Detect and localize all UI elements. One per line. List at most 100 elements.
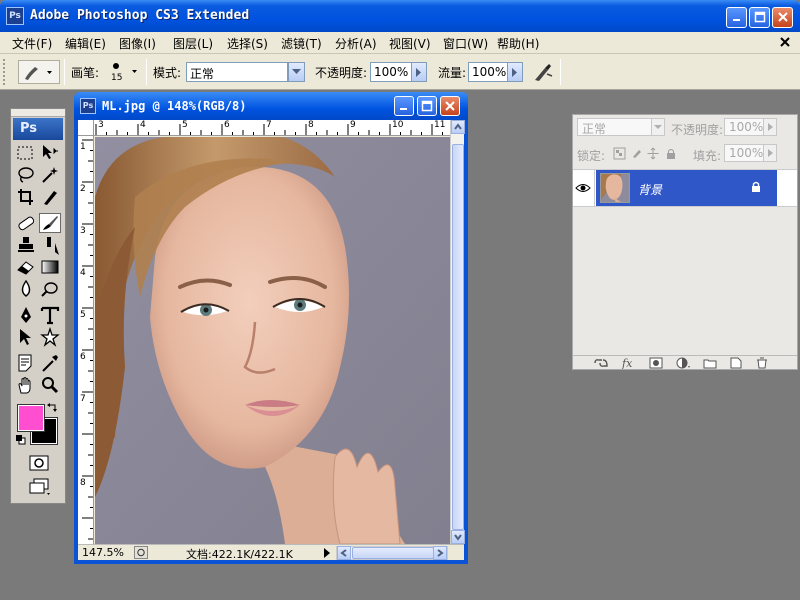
swap-colors-icon[interactable] bbox=[47, 402, 59, 414]
opacity-input[interactable]: 100% bbox=[370, 62, 412, 82]
foreground-color-swatch[interactable] bbox=[17, 404, 45, 432]
maximize-button[interactable] bbox=[749, 7, 770, 28]
scroll-right-button[interactable] bbox=[433, 546, 447, 560]
tool-preset-picker[interactable] bbox=[18, 60, 60, 84]
adjustment-layer-icon[interactable] bbox=[675, 357, 691, 369]
menu-analysis[interactable]: 分析(A) bbox=[335, 35, 377, 52]
blend-mode-select[interactable]: 正常 bbox=[577, 118, 653, 136]
custom-shape-tool[interactable] bbox=[39, 327, 61, 347]
toolbox-drag-handle[interactable] bbox=[11, 109, 65, 117]
eye-icon bbox=[575, 184, 591, 192]
brush-tool[interactable] bbox=[39, 213, 61, 233]
menu-help[interactable]: 帮助(H) bbox=[497, 35, 539, 52]
hand-tool[interactable] bbox=[15, 375, 37, 395]
mdi-close-icon[interactable] bbox=[777, 34, 794, 50]
link-layers-icon[interactable] bbox=[593, 357, 609, 369]
scroll-up-button[interactable] bbox=[451, 120, 465, 134]
menu-select[interactable]: 选择(S) bbox=[227, 35, 268, 52]
menu-layer[interactable]: 图层(L) bbox=[173, 35, 213, 52]
screen-mode-icon bbox=[29, 478, 50, 495]
new-layer-icon[interactable] bbox=[729, 357, 743, 369]
default-colors-icon[interactable] bbox=[16, 435, 26, 445]
close-icon bbox=[777, 12, 788, 22]
eyedropper-tool[interactable] bbox=[39, 353, 61, 373]
crop-tool[interactable] bbox=[15, 187, 37, 207]
path-selection-tool[interactable] bbox=[15, 327, 37, 347]
chevron-right-icon bbox=[512, 68, 517, 77]
move-tool[interactable] bbox=[39, 143, 61, 163]
status-menu-icon[interactable] bbox=[322, 547, 332, 559]
doc-minimize-button[interactable] bbox=[394, 96, 414, 116]
dodge-tool[interactable] bbox=[39, 279, 61, 299]
menu-edit[interactable]: 编辑(E) bbox=[65, 35, 106, 52]
lock-options[interactable] bbox=[613, 147, 683, 161]
horizontal-ruler[interactable]: 3 4 5 6 7 8 9 10 11 bbox=[94, 120, 450, 136]
type-tool[interactable] bbox=[39, 305, 61, 325]
menu-filter[interactable]: 滤镜(T) bbox=[281, 35, 322, 52]
fill-slider[interactable] bbox=[763, 144, 777, 162]
vertical-scroll-thumb[interactable] bbox=[452, 144, 464, 530]
chevron-right-icon bbox=[437, 549, 444, 557]
flow-input[interactable]: 100% bbox=[468, 62, 508, 82]
menu-window[interactable]: 窗口(W) bbox=[443, 35, 488, 52]
fill-input[interactable]: 100% bbox=[724, 144, 764, 162]
brush-picker[interactable]: 15 bbox=[106, 59, 142, 85]
gradient-tool[interactable] bbox=[39, 257, 61, 277]
notes-tool[interactable] bbox=[15, 353, 37, 373]
zoom-tool[interactable] bbox=[39, 375, 61, 395]
screen-mode-button[interactable] bbox=[28, 477, 50, 497]
healing-brush-tool[interactable] bbox=[15, 213, 37, 233]
menu-file[interactable]: 文件(F) bbox=[12, 35, 52, 52]
vertical-ruler[interactable]: 1 2 3 4 5 6 7 8 bbox=[78, 136, 94, 544]
magic-wand-tool[interactable] bbox=[39, 165, 61, 185]
vertical-scrollbar[interactable] bbox=[450, 120, 465, 544]
layer-opacity-slider[interactable] bbox=[763, 118, 777, 136]
layer-opacity-input[interactable]: 100% bbox=[724, 118, 764, 136]
quick-mask-button[interactable] bbox=[28, 453, 50, 473]
menu-view[interactable]: 视图(V) bbox=[389, 35, 431, 52]
flow-slider-button[interactable] bbox=[507, 62, 523, 82]
horizontal-scroll-thumb[interactable] bbox=[352, 547, 434, 559]
delete-layer-icon[interactable] bbox=[755, 357, 769, 369]
layer-selected[interactable]: 背景 bbox=[596, 170, 777, 206]
layer-row[interactable]: 背景 bbox=[573, 169, 797, 207]
zoom-level[interactable]: 147.5% bbox=[82, 546, 124, 559]
clone-stamp-tool[interactable] bbox=[15, 235, 37, 255]
blend-mode-dropdown[interactable] bbox=[651, 118, 665, 136]
options-bar: 画笔: 15 模式: 正常 不透明度: 100% 流量: 100% bbox=[0, 54, 800, 90]
window-title: Adobe Photoshop CS3 Extended bbox=[30, 8, 250, 23]
blur-tool[interactable] bbox=[15, 279, 37, 299]
new-group-icon[interactable] bbox=[703, 357, 717, 369]
ruler-origin[interactable] bbox=[78, 120, 94, 136]
image-canvas[interactable] bbox=[95, 137, 450, 544]
brush-icon bbox=[43, 216, 58, 230]
layer-thumbnail-image bbox=[601, 174, 629, 202]
horizontal-scrollbar[interactable] bbox=[336, 546, 448, 560]
status-info-icon[interactable] bbox=[134, 546, 148, 559]
history-brush-tool[interactable] bbox=[39, 235, 61, 255]
lasso-tool[interactable] bbox=[15, 165, 37, 185]
slice-tool[interactable] bbox=[39, 187, 61, 207]
eraser-tool[interactable] bbox=[15, 257, 37, 277]
opacity-slider-button[interactable] bbox=[411, 62, 427, 82]
maximize-icon bbox=[754, 11, 765, 23]
options-grip[interactable] bbox=[3, 59, 8, 85]
minimize-button[interactable] bbox=[726, 7, 747, 28]
scroll-down-button[interactable] bbox=[451, 530, 465, 544]
mode-select[interactable]: 正常 bbox=[186, 62, 288, 82]
doc-maximize-button[interactable] bbox=[417, 96, 437, 116]
close-button[interactable] bbox=[772, 7, 793, 28]
marquee-tool[interactable] bbox=[15, 143, 37, 163]
layer-style-icon[interactable]: fx bbox=[621, 357, 639, 369]
title-bar[interactable]: Ps Adobe Photoshop CS3 Extended bbox=[0, 0, 800, 32]
menu-image[interactable]: 图像(I) bbox=[119, 35, 156, 52]
pen-tool[interactable] bbox=[15, 305, 37, 325]
document-title-bar[interactable]: Ps ML.jpg @ 148%(RGB/8) bbox=[74, 92, 468, 120]
doc-close-button[interactable] bbox=[440, 96, 460, 116]
layer-visibility-toggle[interactable] bbox=[573, 170, 595, 206]
add-mask-icon[interactable] bbox=[649, 357, 663, 369]
scroll-left-button[interactable] bbox=[337, 546, 351, 560]
airbrush-toggle[interactable] bbox=[531, 60, 555, 84]
mode-dropdown-button[interactable] bbox=[288, 62, 305, 82]
ruler-label: 3 bbox=[98, 120, 104, 130]
